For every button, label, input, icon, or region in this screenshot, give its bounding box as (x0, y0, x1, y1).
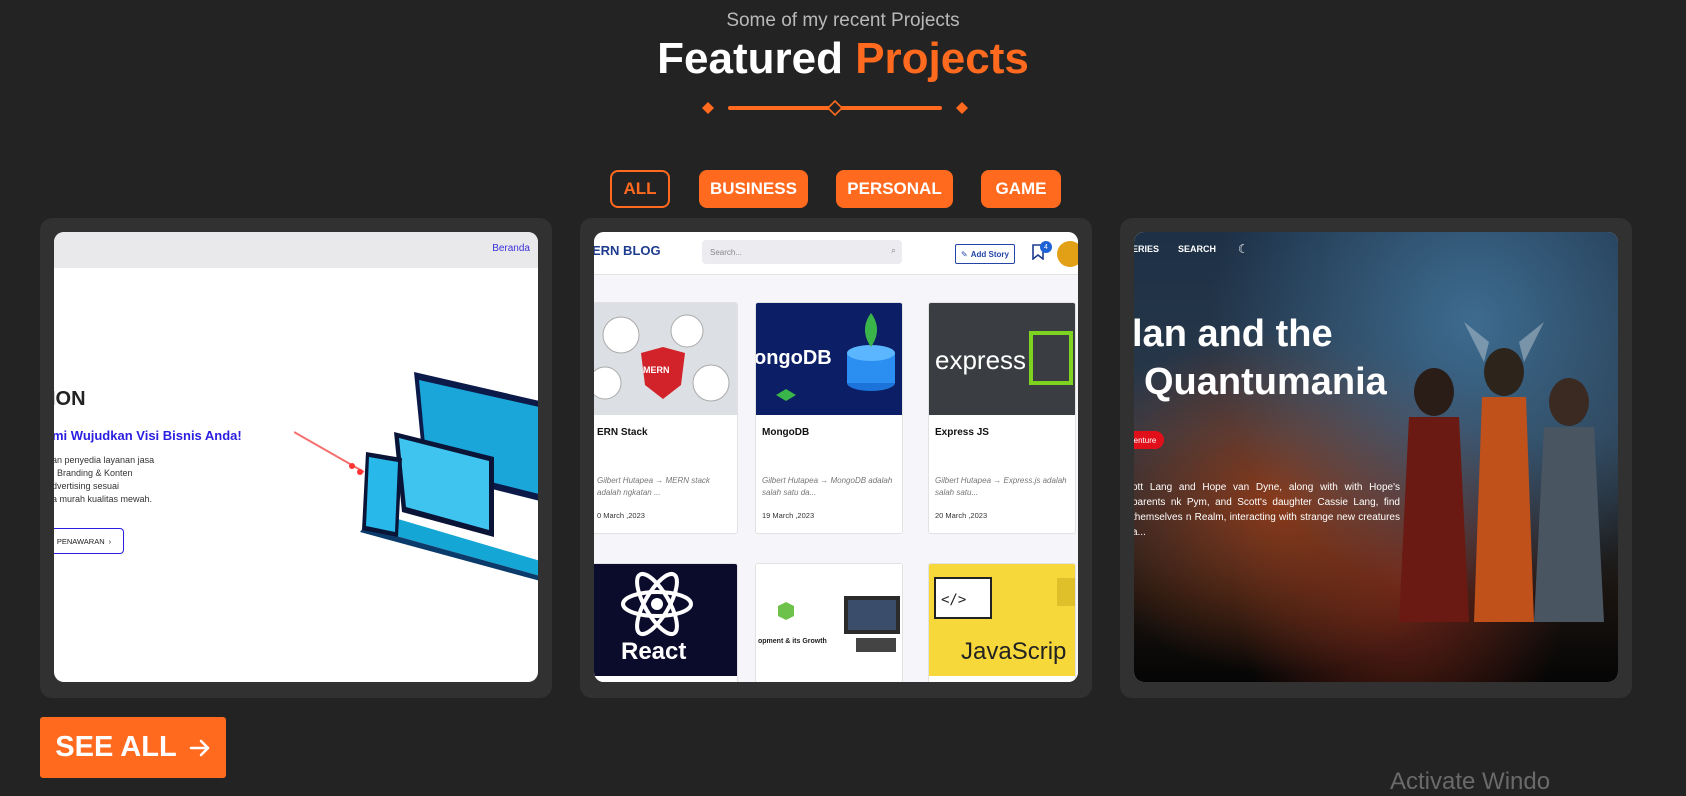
windows-activation-watermark: Activate Windo (1390, 768, 1551, 795)
post-image: ongoDB (756, 303, 902, 415)
hero-body-line: a murah kualitas mewah. (54, 494, 153, 504)
post-image-label: opment & its Growth (758, 638, 827, 645)
blog-post-card: ongoDB MongoDB Gilbert Hutapea → MongoDB… (755, 302, 903, 534)
hero-body-line: . Branding & Konten (54, 468, 133, 478)
post-image-label: ongoDB (756, 347, 832, 369)
post-description: Gilbert Hutapea → Express.js adalah sala… (935, 476, 1067, 497)
title-accent: Projects (855, 34, 1029, 83)
svg-text:</>: </> (941, 592, 966, 608)
filter-personal-button[interactable]: PERSONAL (836, 170, 953, 208)
project-screenshot-movie: ERIES SEARCH ☾ lan and the Quantumania e… (1134, 232, 1618, 682)
search-placeholder: Search... (710, 247, 743, 257)
section-subtitle: Some of my recent Projects (726, 10, 960, 31)
post-image-label: JavaScrip (961, 638, 1067, 665)
movie-hero-art (1399, 322, 1604, 622)
nav-item-search: SEARCH (1178, 244, 1217, 254)
movie-title-line: Quantumania (1144, 361, 1387, 403)
arrow-right-icon (189, 739, 209, 756)
post-image: MERN (594, 303, 737, 415)
post-image: React (594, 564, 737, 676)
hero-body-line: dvertising sesuai (54, 481, 120, 491)
post-date: 19 March ,2023 (762, 511, 815, 520)
add-story-button: ✎ Add Story (955, 244, 1015, 264)
blog-post-card: opment & its Growth (755, 563, 903, 682)
title-main: Featured (657, 34, 843, 83)
project-screenshot-blog: ERN BLOG Search... ⌕ ✎ Add Story 4 MERN … (594, 232, 1078, 682)
blog-post-card: </> JavaScrip (928, 563, 1076, 682)
pencil-icon: ✎ (961, 249, 968, 259)
post-title: ERN Stack (597, 427, 648, 438)
project-card-business[interactable]: Beranda ION mi Wujudkan Visi Bisnis Anda… (40, 218, 552, 698)
post-title: Express JS (935, 427, 989, 438)
hero-body-line: an penyedia layanan jasa (54, 455, 155, 465)
chevron-right-icon: › (108, 536, 112, 546)
post-title: MongoDB (762, 427, 810, 438)
blog-post-card: express Express JS Gilbert Hutapea → Exp… (928, 302, 1076, 534)
nav-link-beranda: Beranda (492, 243, 530, 254)
movie-title: lan and the Quantumania (1134, 310, 1387, 406)
project-card-blog[interactable]: ERN BLOG Search... ⌕ ✎ Add Story 4 MERN … (580, 218, 1092, 698)
movie-description: ott Lang and Hope van Dyne, along with w… (1134, 482, 1400, 538)
post-date: 0 March ,2023 (597, 511, 645, 520)
section-title: Featured Projects (0, 34, 1686, 84)
project-screenshot-business: Beranda ION mi Wujudkan Visi Bisnis Anda… (54, 232, 538, 682)
see-all-button[interactable]: SEE ALL (40, 717, 226, 778)
post-image-label: React (621, 638, 687, 665)
blog-post-card: React (594, 563, 738, 682)
hero-cta-label: PENAWARAN (56, 536, 105, 546)
see-all-label: SEE ALL (55, 731, 177, 763)
title-divider (702, 99, 968, 117)
post-image: opment & its Growth (756, 564, 902, 676)
notification-badge: 4 (1040, 241, 1052, 253)
blog-post-card: MERN ERN Stack Gilbert Hutapea → MERN st… (594, 302, 738, 534)
post-image: express (929, 303, 1075, 415)
post-description: Gilbert Hutapea → MongoDB adalah salah s… (762, 476, 893, 497)
add-story-label: Add Story (970, 249, 1009, 259)
search-icon: ⌕ (890, 245, 896, 255)
devices-illustration (294, 372, 538, 581)
moon-icon: ☾ (1238, 242, 1249, 256)
genre-tag: enture (1134, 431, 1164, 449)
hero-heading: ION (54, 388, 86, 410)
filter-game-button[interactable]: GAME (981, 170, 1061, 208)
post-image-label: express (935, 345, 1027, 375)
movie-title-line: lan and the (1134, 313, 1333, 355)
post-date: 20 March ,2023 (935, 511, 988, 520)
post-image: </> JavaScrip (929, 564, 1075, 676)
site-navbar: Beranda (54, 232, 538, 268)
filter-bar: ALL BUSINESS PERSONAL GAME (0, 170, 1686, 208)
project-card-movie[interactable]: ERIES SEARCH ☾ lan and the Quantumania e… (1120, 218, 1632, 698)
nav-item-series: ERIES (1134, 244, 1160, 254)
blog-logo: ERN BLOG (594, 243, 661, 258)
hero-cta-button: PENAWARAN › (54, 528, 124, 554)
hero-subheading: mi Wujudkan Visi Bisnis Anda! (54, 428, 242, 443)
blog-search-input: Search... ⌕ (702, 240, 902, 264)
blog-navbar: ERN BLOG Search... ⌕ ✎ Add Story 4 (594, 232, 1078, 275)
filter-business-button[interactable]: BUSINESS (699, 170, 808, 208)
avatar (1057, 241, 1078, 267)
filter-all-button[interactable]: ALL (610, 170, 670, 208)
hero-body: an penyedia layanan jasa . Branding & Ko… (54, 454, 232, 506)
post-image-label: MERN (643, 365, 670, 375)
post-description: Gilbert Hutapea → MERN stack adalah ngka… (597, 476, 710, 497)
